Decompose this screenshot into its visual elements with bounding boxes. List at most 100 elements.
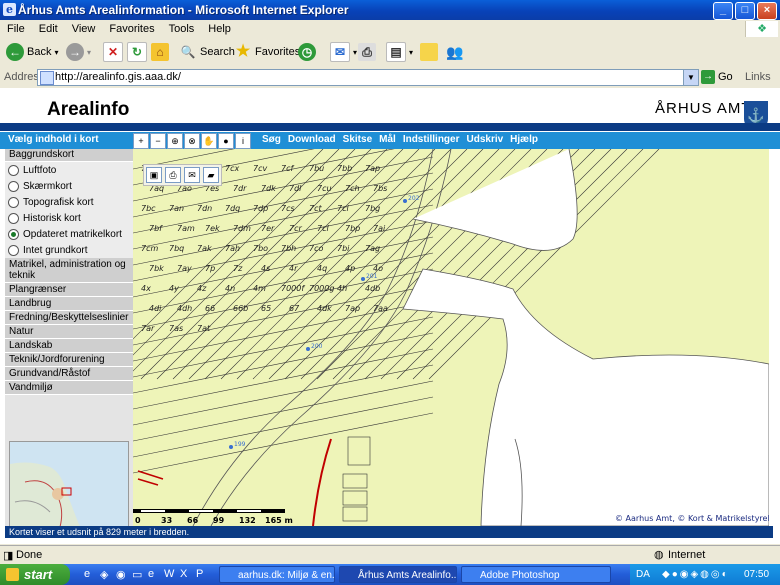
nav-print[interactable]: Udskriv: [466, 134, 503, 145]
parcel-label: 4x: [141, 284, 151, 293]
option-matrikelkort[interactable]: Opdateret matrikelkort: [5, 226, 133, 242]
forward-dropdown-icon[interactable]: ▾: [87, 48, 91, 57]
menu-view[interactable]: View: [65, 23, 103, 35]
category-vandmiljo[interactable]: Vandmiljø: [5, 381, 133, 395]
address-dropdown-icon[interactable]: ▼: [683, 69, 699, 86]
address-url: http://arealinfo.gis.aaa.dk/: [55, 71, 181, 83]
globe-icon[interactable]: ●: [218, 133, 234, 149]
menu-file[interactable]: File: [0, 23, 32, 35]
quicklaunch-outlook-icon[interactable]: ◈: [100, 568, 108, 581]
parcel-label: 7at: [197, 324, 211, 333]
links-button[interactable]: Links: [745, 71, 771, 83]
category-matrikel[interactable]: Matrikel, administration og teknik: [5, 258, 133, 283]
menu-help[interactable]: Help: [201, 23, 238, 35]
back-dropdown-icon[interactable]: ▾: [54, 48, 58, 57]
mail-dropdown-icon[interactable]: ▾: [353, 48, 357, 57]
taskbar-item-arealinfo[interactable]: Århus Amts Arealinfo...: [339, 566, 457, 583]
nav-help[interactable]: Hjælp: [510, 134, 538, 145]
option-intet-grundkort[interactable]: Intet grundkort: [5, 242, 133, 258]
quicklaunch-desktop-icon[interactable]: ▭: [132, 568, 142, 581]
quicklaunch-word-icon[interactable]: W: [164, 568, 174, 580]
info-icon[interactable]: i: [235, 133, 251, 149]
category-grundvand[interactable]: Grundvand/Råstof: [5, 367, 133, 381]
edit-dropdown-icon[interactable]: ▾: [409, 48, 413, 57]
maximize-button[interactable]: □: [735, 2, 755, 20]
print-map-icon[interactable]: ⎙: [165, 167, 181, 183]
zoom-extent-icon[interactable]: ⊗: [184, 133, 200, 149]
forward-button[interactable]: → ▾: [66, 41, 91, 63]
survey-point[interactable]: [229, 445, 233, 449]
zoom-in-icon[interactable]: +: [133, 133, 149, 149]
quicklaunch-media-icon[interactable]: ◉: [116, 568, 126, 581]
category-plangraenser[interactable]: Plangrænser: [5, 283, 133, 297]
scale-tick-label: 66: [187, 516, 199, 525]
radio-icon[interactable]: [8, 196, 19, 208]
quicklaunch-ie2-icon[interactable]: e: [148, 568, 154, 580]
survey-point[interactable]: [403, 199, 407, 203]
overview-map[interactable]: [9, 441, 129, 528]
pan-hand-icon[interactable]: ✋: [201, 133, 217, 149]
radio-selected-icon[interactable]: [8, 228, 19, 240]
option-luftfoto[interactable]: Luftfoto: [5, 162, 133, 178]
nav-download[interactable]: Download: [288, 134, 336, 145]
taskbar-item-aarhus[interactable]: aarhus.dk: Miljø & en...: [219, 566, 335, 583]
option-topografisk[interactable]: Topografisk kort: [5, 194, 133, 210]
taskbar-item-photoshop[interactable]: Adobe Photoshop: [461, 566, 611, 583]
menubar: File Edit View Favorites Tools Help: [0, 20, 780, 39]
category-natur[interactable]: Natur: [5, 325, 133, 339]
refresh-button[interactable]: ↻: [127, 41, 147, 63]
option-historisk[interactable]: Historisk kort: [5, 210, 133, 226]
search-button[interactable]: 🔍 Search: [179, 41, 235, 63]
favorites-button[interactable]: ★ Favorites: [234, 41, 300, 63]
window-titlebar[interactable]: e Århus Amts Arealinformation - Microsof…: [0, 0, 780, 20]
nav-search[interactable]: Søg: [262, 134, 281, 145]
zoom-box-icon[interactable]: ⊕: [167, 133, 183, 149]
taskbar: start e ◈ ◉ ▭ e W X P aarhus.dk: Miljø &…: [0, 564, 780, 585]
survey-point[interactable]: [306, 347, 310, 351]
radio-icon[interactable]: [8, 244, 19, 256]
radio-icon[interactable]: [8, 180, 19, 192]
mail-button[interactable]: ✉ ▾: [330, 41, 357, 63]
history-button[interactable]: ◷: [298, 41, 316, 63]
menu-favorites[interactable]: Favorites: [102, 23, 161, 35]
tray-icons[interactable]: ◆●◉◈◍◎◐: [662, 564, 730, 585]
main-map[interactable]: 7df7dd7cy7cx7cv7cf7bu7bb7ap7aq7ao7es7dr7…: [133, 149, 769, 526]
messenger-button[interactable]: 👥: [446, 41, 464, 63]
quicklaunch-photoshop-icon[interactable]: P: [196, 568, 203, 580]
back-button[interactable]: ← Back ▾: [6, 41, 58, 63]
email-icon[interactable]: ✉: [184, 167, 200, 183]
star-icon: ★: [235, 43, 251, 60]
option-label: Intet grundkort: [23, 244, 88, 256]
minimize-button[interactable]: _: [713, 2, 733, 20]
option-skaermkort[interactable]: Skærmkort: [5, 178, 133, 194]
category-landskab[interactable]: Landskab: [5, 339, 133, 353]
zoom-out-icon[interactable]: −: [150, 133, 166, 149]
nav-measure[interactable]: Mål: [379, 134, 396, 145]
parcel-label: 4dk: [317, 304, 332, 313]
quicklaunch-excel-icon[interactable]: X: [180, 568, 187, 580]
quicklaunch-ie-icon[interactable]: e: [84, 568, 90, 580]
edit-button[interactable]: ▤ ▾: [386, 41, 413, 63]
go-button[interactable]: → Go: [701, 70, 733, 84]
save-icon[interactable]: ▣: [146, 167, 162, 183]
start-button[interactable]: start: [0, 564, 70, 585]
menu-edit[interactable]: Edit: [32, 23, 65, 35]
category-teknik[interactable]: Teknik/Jordforurening: [5, 353, 133, 367]
category-landbrug[interactable]: Landbrug: [5, 297, 133, 311]
nav-settings[interactable]: Indstillinger: [403, 134, 460, 145]
category-fredning[interactable]: Fredning/Beskyttelseslinier: [5, 311, 133, 325]
language-indicator[interactable]: DA: [636, 564, 650, 585]
radio-icon[interactable]: [8, 164, 19, 176]
folder-icon[interactable]: ▰: [203, 167, 219, 183]
stop-button[interactable]: ✕: [103, 41, 123, 63]
print-button[interactable]: ⎙: [358, 41, 376, 63]
discuss-button[interactable]: [420, 41, 438, 63]
close-button[interactable]: ×: [757, 2, 777, 20]
home-button[interactable]: ⌂: [151, 41, 169, 63]
window-title: Århus Amts Arealinformation - Microsoft …: [18, 3, 349, 17]
menu-tools[interactable]: Tools: [162, 23, 202, 35]
radio-icon[interactable]: [8, 212, 19, 224]
address-input[interactable]: http://arealinfo.gis.aaa.dk/: [37, 69, 684, 86]
nav-sketch[interactable]: Skitse: [343, 134, 372, 145]
survey-point[interactable]: [361, 277, 365, 281]
